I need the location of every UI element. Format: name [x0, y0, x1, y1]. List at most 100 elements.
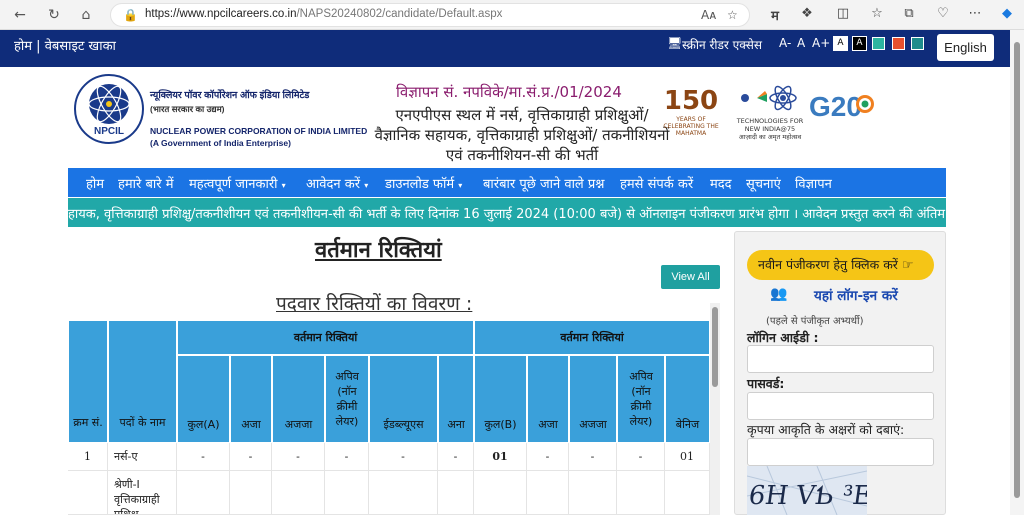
col-header-total-a: कुल(A)	[177, 355, 230, 443]
font-decrease-button[interactable]: A-	[779, 36, 791, 50]
table-cell: -	[177, 443, 230, 471]
menu-home[interactable]: होम	[86, 174, 104, 192]
chevron-down-icon: ▾	[281, 181, 286, 190]
table-cell: -	[527, 443, 569, 471]
org-subtitle-english: (A Government of India Enterprise)	[150, 138, 291, 148]
login-id-label: लॉगिन आईडी :	[747, 330, 819, 345]
theme-orange-swatch[interactable]	[892, 37, 905, 50]
top-utility-bar: होम | वेबसाइट खाका 🖥 स्क्रीन रीडर एक्सेस…	[0, 30, 1010, 67]
password-label: पासवर्ड:	[747, 376, 785, 391]
captcha-text: 6H VƄ ³E	[747, 481, 867, 511]
org-name-english: NUCLEAR POWER CORPORATION OF INDIA LIMIT…	[150, 126, 368, 136]
table-scrollbar-thumb[interactable]	[712, 307, 718, 387]
menu-apply[interactable]: आवेदन करें ▾	[306, 174, 368, 192]
org-subtitle-hindi: (भारत सरकार का उद्यम)	[150, 104, 225, 114]
users-icon: 👥	[770, 286, 788, 302]
main-navigation: होम हमारे बारे में महत्वपूर्ण जानकारी ▾ …	[68, 168, 946, 197]
contrast-dark-button[interactable]: A	[852, 36, 867, 51]
page-title: वर्तमान रिक्तियां	[315, 238, 442, 263]
menu-help[interactable]: मदद	[710, 174, 732, 192]
language-button[interactable]: English	[937, 34, 994, 61]
menu-download-form[interactable]: डाउनलोड फॉर्म ▾	[385, 174, 462, 192]
favorite-star-icon[interactable]: ☆	[727, 8, 738, 22]
contrast-light-button[interactable]: A	[833, 36, 848, 51]
table-cell	[474, 471, 527, 515]
menu-important-info[interactable]: महत्वपूर्ण जानकारी ▾	[189, 174, 286, 192]
page-scrollbar[interactable]	[1010, 30, 1024, 515]
extension-m-icon[interactable]: म	[766, 6, 784, 24]
menu-notices[interactable]: सूचनाएं	[746, 174, 781, 192]
view-all-button[interactable]: View All	[661, 265, 720, 289]
captcha-label: कृपया आकृति के अक्षरों को दबाएं:	[747, 422, 905, 437]
table-cell: 1	[68, 443, 108, 471]
table-cell: -	[272, 443, 325, 471]
g20-logo: G20	[807, 86, 883, 126]
col-header-obc: अपिव (नॉन क्रीमी लेयर)	[325, 355, 369, 443]
theme-green-swatch[interactable]	[872, 37, 885, 50]
news-ticker[interactable]: हायक, वृत्तिकाग्राही प्रशिक्षु/तकनीशीयन …	[68, 198, 946, 227]
collections-icon[interactable]: ⧉	[900, 6, 918, 21]
address-bar[interactable]: 🔒 https://www.npcilcareers.co.in/NAPS202…	[110, 3, 750, 27]
more-menu-icon[interactable]: ⋯	[966, 6, 984, 21]
table-cell: 01	[665, 443, 710, 471]
menu-advertisement[interactable]: विज्ञापन	[795, 174, 832, 192]
col-header-obc-2: अपिव (नॉन क्रीमी लेयर)	[617, 355, 665, 443]
password-input[interactable]	[747, 392, 934, 420]
browser-toolbar: ← ↻ ⌂ 🔒 https://www.npcilcareers.co.in/N…	[0, 0, 1024, 30]
login-note: (पहले से पंजीकृत अभ्यर्थी)	[766, 316, 864, 327]
col-header-total-b: कुल(B)	[474, 355, 527, 443]
col-header-post: पदों के नाम	[108, 320, 177, 443]
section-subtitle: पदवार रिक्तियों का विवरण :	[276, 293, 473, 315]
table-cell	[369, 471, 438, 515]
screen-reader-link[interactable]: स्क्रीन रीडर एक्सेस	[682, 36, 762, 53]
home-icon[interactable]: ⌂	[76, 6, 96, 24]
table-cell: 01	[474, 443, 527, 471]
read-aloud-icon[interactable]: Aᴀ	[701, 8, 716, 22]
badge-150-caption: YEARS OF CELEBRATING THE MAHATMA	[663, 116, 719, 137]
theme-teal-swatch[interactable]	[911, 37, 924, 50]
advertisement-number: विज्ञापन सं. नपविके/मा.सं.प्र./01/2024	[396, 83, 622, 101]
split-screen-icon[interactable]: ◫	[834, 6, 852, 21]
col-header-ews: ईडब्ल्यूएस	[369, 355, 438, 443]
table-cell	[68, 471, 108, 515]
favorites-icon[interactable]: ☆	[868, 6, 886, 21]
browser-essentials-icon[interactable]: ♡	[934, 6, 952, 21]
new-registration-button[interactable]: नवीन पंजीकरण हेतु क्लिक करें ☞	[747, 250, 934, 280]
font-normal-button[interactable]: A	[797, 36, 805, 50]
screen-reader-icon[interactable]: 🖥	[667, 36, 682, 50]
home-sitemap-link[interactable]: होम | वेबसाइट खाका	[14, 36, 116, 54]
menu-contact-us[interactable]: हमसे संपर्क करें	[620, 174, 693, 192]
table-scrollbar[interactable]	[710, 303, 720, 515]
extensions-icon[interactable]: ❖	[798, 6, 816, 21]
menu-about-us[interactable]: हमारे बारे में	[118, 174, 174, 192]
col-header-sc: अजा	[230, 355, 272, 443]
technologies-badge: TECHNOLOGIES FOR NEW INDIA@75 आज़ादी का …	[733, 82, 807, 144]
back-icon[interactable]: ←	[10, 6, 30, 24]
atom-icon	[741, 85, 797, 111]
table-cell-post-name: श्रेणी-I वृत्तिकाग्राही प्रशिक्षु	[108, 471, 177, 515]
g20-text: G20	[809, 91, 862, 122]
table-cell	[665, 471, 710, 515]
table-cell: -	[438, 443, 474, 471]
ticker-text: हायक, वृत्तिकाग्राही प्रशिक्षु/तकनीशीयन …	[68, 207, 946, 222]
font-increase-button[interactable]: A+	[812, 36, 830, 50]
login-id-input[interactable]	[747, 345, 934, 373]
badge-150-number: 150	[663, 86, 719, 116]
table-cell-post-name: नर्स-ए	[108, 443, 177, 471]
captcha-input[interactable]	[747, 438, 934, 466]
reload-icon[interactable]: ↻	[44, 6, 64, 24]
recruitment-headline: एनएपीएस स्थल में नर्स, वृत्तिकाग्राही प्…	[374, 106, 670, 164]
table-cell: -	[369, 443, 438, 471]
hand-pointer-icon: ☞	[901, 258, 914, 273]
lock-icon[interactable]: 🔒	[123, 8, 138, 22]
badge-tech-subcaption: आज़ादी का अमृत महोत्सव	[738, 133, 802, 141]
table-cell	[617, 471, 665, 515]
page-scrollbar-thumb[interactable]	[1014, 42, 1020, 498]
table-cell: -	[617, 443, 665, 471]
table-cell: -	[569, 443, 617, 471]
copilot-icon[interactable]: ◆	[998, 6, 1016, 21]
menu-faq[interactable]: बारंबार पूछे जाने वाले प्रश्न	[483, 174, 604, 192]
url-text: https://www.npcilcareers.co.in/NAPS20240…	[145, 8, 503, 20]
table-cell	[230, 471, 272, 515]
table-cell	[272, 471, 325, 515]
